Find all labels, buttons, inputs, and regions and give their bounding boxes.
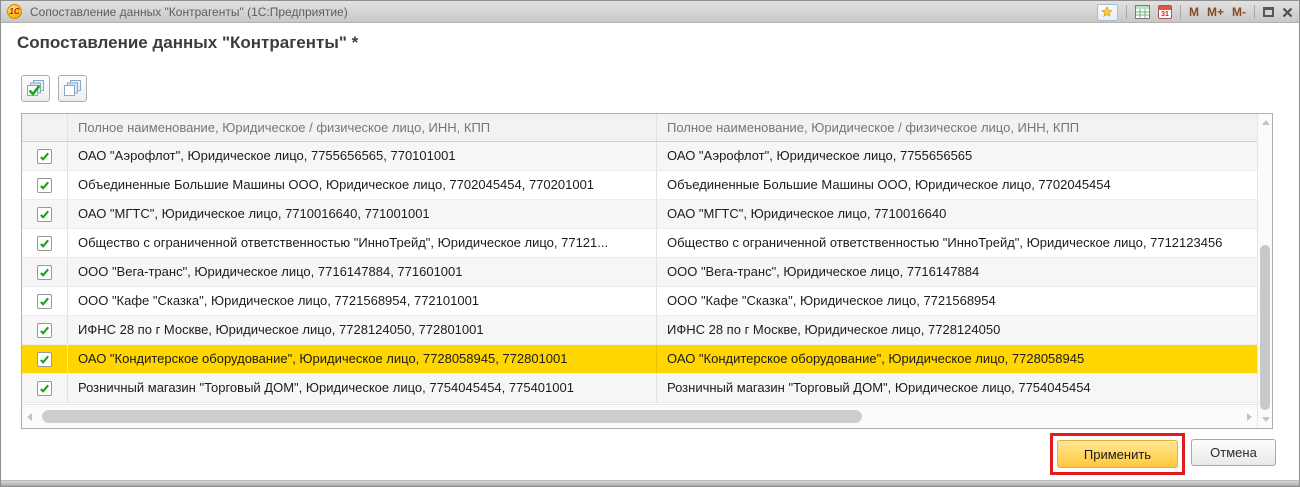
table-row[interactable]: ИФНС 28 по г Москве, Юридическое лицо, 7…	[22, 316, 1257, 345]
row-checkbox-cell[interactable]	[22, 345, 68, 373]
row-checkbox-cell[interactable]	[22, 142, 68, 170]
maximize-icon	[1263, 7, 1274, 17]
scroll-up-icon[interactable]	[1262, 120, 1270, 125]
checkbox-checked-icon[interactable]	[37, 207, 52, 222]
scroll-left-icon[interactable]	[27, 413, 32, 421]
target-cell[interactable]: Розничный магазин "Торговый ДОМ", Юридич…	[657, 374, 1257, 402]
check-all-icon	[25, 79, 46, 99]
checkbox-checked-icon[interactable]	[37, 294, 52, 309]
table-row-selected[interactable]: ОАО "Кондитерское оборудование", Юридиче…	[22, 345, 1257, 374]
1c-logo-icon: 1С	[7, 4, 22, 19]
table-row[interactable]: ООО "Вега-транс", Юридическое лицо, 7716…	[22, 258, 1257, 287]
titlebar-separator	[1180, 5, 1181, 19]
table-header: Полное наименование, Юридическое / физич…	[22, 114, 1257, 142]
calendar-button[interactable]: 31	[1158, 5, 1172, 19]
memory-minus-button[interactable]: M-	[1232, 5, 1246, 19]
target-cell[interactable]: Объединенные Большие Машины ООО, Юридиче…	[657, 171, 1257, 199]
checkbox-checked-icon[interactable]	[37, 149, 52, 164]
target-cell[interactable]: Общество с ограниченной ответственностью…	[657, 229, 1257, 257]
uncheck-all-icon	[62, 79, 83, 99]
horizontal-scroll-thumb[interactable]	[42, 410, 862, 423]
header-checkbox-column[interactable]	[22, 114, 68, 141]
source-cell[interactable]: Розничный магазин "Торговый ДОМ", Юридич…	[68, 374, 657, 402]
row-checkbox-cell[interactable]	[22, 200, 68, 228]
target-cell[interactable]: ОАО "Кондитерское оборудование", Юридиче…	[657, 345, 1257, 373]
checkbox-checked-icon[interactable]	[37, 236, 52, 251]
table-row[interactable]: Общество с ограниченной ответственностью…	[22, 229, 1257, 258]
target-cell[interactable]: ИФНС 28 по г Москве, Юридическое лицо, 7…	[657, 316, 1257, 344]
target-cell[interactable]: ООО "Вега-транс", Юридическое лицо, 7716…	[657, 258, 1257, 286]
title-bar: 1С Сопоставление данных "Контрагенты" (1…	[1, 1, 1299, 23]
table-row[interactable]: ОАО "Аэрофлот", Юридическое лицо, 775565…	[22, 142, 1257, 171]
uncheck-all-button[interactable]	[58, 75, 87, 102]
row-checkbox-cell[interactable]	[22, 258, 68, 286]
checkbox-checked-icon[interactable]	[37, 352, 52, 367]
memory-recall-button[interactable]: M	[1189, 5, 1199, 19]
vertical-scroll-thumb[interactable]	[1260, 245, 1270, 410]
target-cell[interactable]: ОАО "Аэрофлот", Юридическое лицо, 775565…	[657, 142, 1257, 170]
cancel-button[interactable]: Отмена	[1191, 439, 1276, 466]
app-window: 1С Сопоставление данных "Контрагенты" (1…	[0, 0, 1300, 487]
source-cell[interactable]: ИФНС 28 по г Москве, Юридическое лицо, 7…	[68, 316, 657, 344]
check-all-button[interactable]	[21, 75, 50, 102]
source-cell[interactable]: ООО "Кафе "Сказка", Юридическое лицо, 77…	[68, 287, 657, 315]
checkbox-checked-icon[interactable]	[37, 323, 52, 338]
row-checkbox-cell[interactable]	[22, 229, 68, 257]
table-row[interactable]: Объединенные Большие Машины ООО, Юридиче…	[22, 171, 1257, 200]
titlebar-separator	[1254, 5, 1255, 19]
maximize-button[interactable]	[1263, 7, 1274, 17]
row-checkbox-cell[interactable]	[22, 374, 68, 402]
source-cell[interactable]: ООО "Вега-транс", Юридическое лицо, 7716…	[68, 258, 657, 286]
close-icon	[1282, 7, 1293, 18]
titlebar-separator	[1126, 5, 1127, 19]
favorites-button[interactable]	[1097, 4, 1118, 21]
apply-button[interactable]: Применить	[1057, 440, 1178, 468]
target-cell[interactable]: ОАО "МГТС", Юридическое лицо, 7710016640	[657, 200, 1257, 228]
vertical-scrollbar[interactable]	[1257, 114, 1272, 428]
mapping-table: Полное наименование, Юридическое / физич…	[21, 113, 1273, 429]
calculator-button[interactable]	[1135, 5, 1150, 19]
header-source-column[interactable]: Полное наименование, Юридическое / физич…	[68, 114, 657, 141]
star-icon	[1101, 6, 1113, 18]
checkbox-checked-icon[interactable]	[37, 265, 52, 280]
row-checkbox-cell[interactable]	[22, 316, 68, 344]
checkbox-checked-icon[interactable]	[37, 178, 52, 193]
target-cell[interactable]: ООО "Кафе "Сказка", Юридическое лицо, 77…	[657, 287, 1257, 315]
source-cell[interactable]: ОАО "Аэрофлот", Юридическое лицо, 775565…	[68, 142, 657, 170]
header-target-column[interactable]: Полное наименование, Юридическое / физич…	[657, 114, 1257, 141]
source-cell[interactable]: ОАО "Кондитерское оборудование", Юридиче…	[68, 345, 657, 373]
horizontal-scrollbar[interactable]	[22, 404, 1257, 428]
table-row[interactable]: Розничный магазин "Торговый ДОМ", Юридич…	[22, 374, 1257, 403]
table-row[interactable]: ОАО "МГТС", Юридическое лицо, 7710016640…	[22, 200, 1257, 229]
page-title: Сопоставление данных "Контрагенты" *	[17, 33, 358, 53]
scroll-right-icon[interactable]	[1247, 413, 1252, 421]
checkbox-checked-icon[interactable]	[37, 381, 52, 396]
row-checkbox-cell[interactable]	[22, 287, 68, 315]
toolbar	[21, 75, 87, 102]
row-checkbox-cell[interactable]	[22, 171, 68, 199]
memory-plus-button[interactable]: M+	[1207, 5, 1224, 19]
window-title: Сопоставление данных "Контрагенты" (1С:П…	[30, 5, 348, 19]
annotation-red-box: Применить	[1050, 433, 1185, 475]
scroll-down-icon[interactable]	[1262, 417, 1270, 422]
window-bottom-edge	[1, 480, 1299, 486]
source-cell[interactable]: Общество с ограниченной ответственностью…	[68, 229, 657, 257]
source-cell[interactable]: Объединенные Большие Машины ООО, Юридиче…	[68, 171, 657, 199]
source-cell[interactable]: ОАО "МГТС", Юридическое лицо, 7710016640…	[68, 200, 657, 228]
close-button[interactable]	[1282, 7, 1293, 18]
calculator-icon	[1135, 5, 1150, 19]
table-row[interactable]: ООО "Кафе "Сказка", Юридическое лицо, 77…	[22, 287, 1257, 316]
